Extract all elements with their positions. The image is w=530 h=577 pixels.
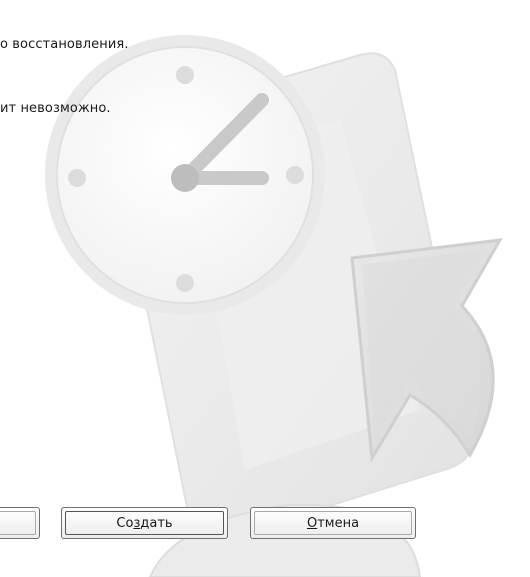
cancel-button-label: Отмена: [307, 516, 359, 531]
cancel-label-suffix: тмена: [317, 515, 360, 531]
clock-mark-3: [286, 166, 304, 184]
system-restore-clock-icon: [45, 35, 503, 577]
dialog-text-line-2: ит невозможно.: [0, 101, 111, 116]
clock-mark-9: [68, 169, 86, 187]
create-label-suffix: дать: [140, 515, 173, 531]
clock-center-pin: [171, 164, 199, 192]
create-button[interactable]: Создать: [61, 507, 228, 539]
system-restore-dialog: о восстановления. ит невозможно. Создать…: [0, 0, 530, 577]
create-button-label: Создать: [116, 516, 172, 531]
clock-mark-12: [176, 66, 194, 84]
partial-button[interactable]: [0, 507, 40, 539]
cancel-label-mnemonic: О: [306, 515, 318, 531]
partial-button-frame: [0, 511, 36, 535]
clock-mark-6: [176, 274, 194, 292]
dialog-text-line-1: о восстановления.: [0, 37, 129, 52]
cancel-button[interactable]: Отмена: [250, 507, 416, 539]
create-label-prefix: Со: [116, 515, 134, 531]
